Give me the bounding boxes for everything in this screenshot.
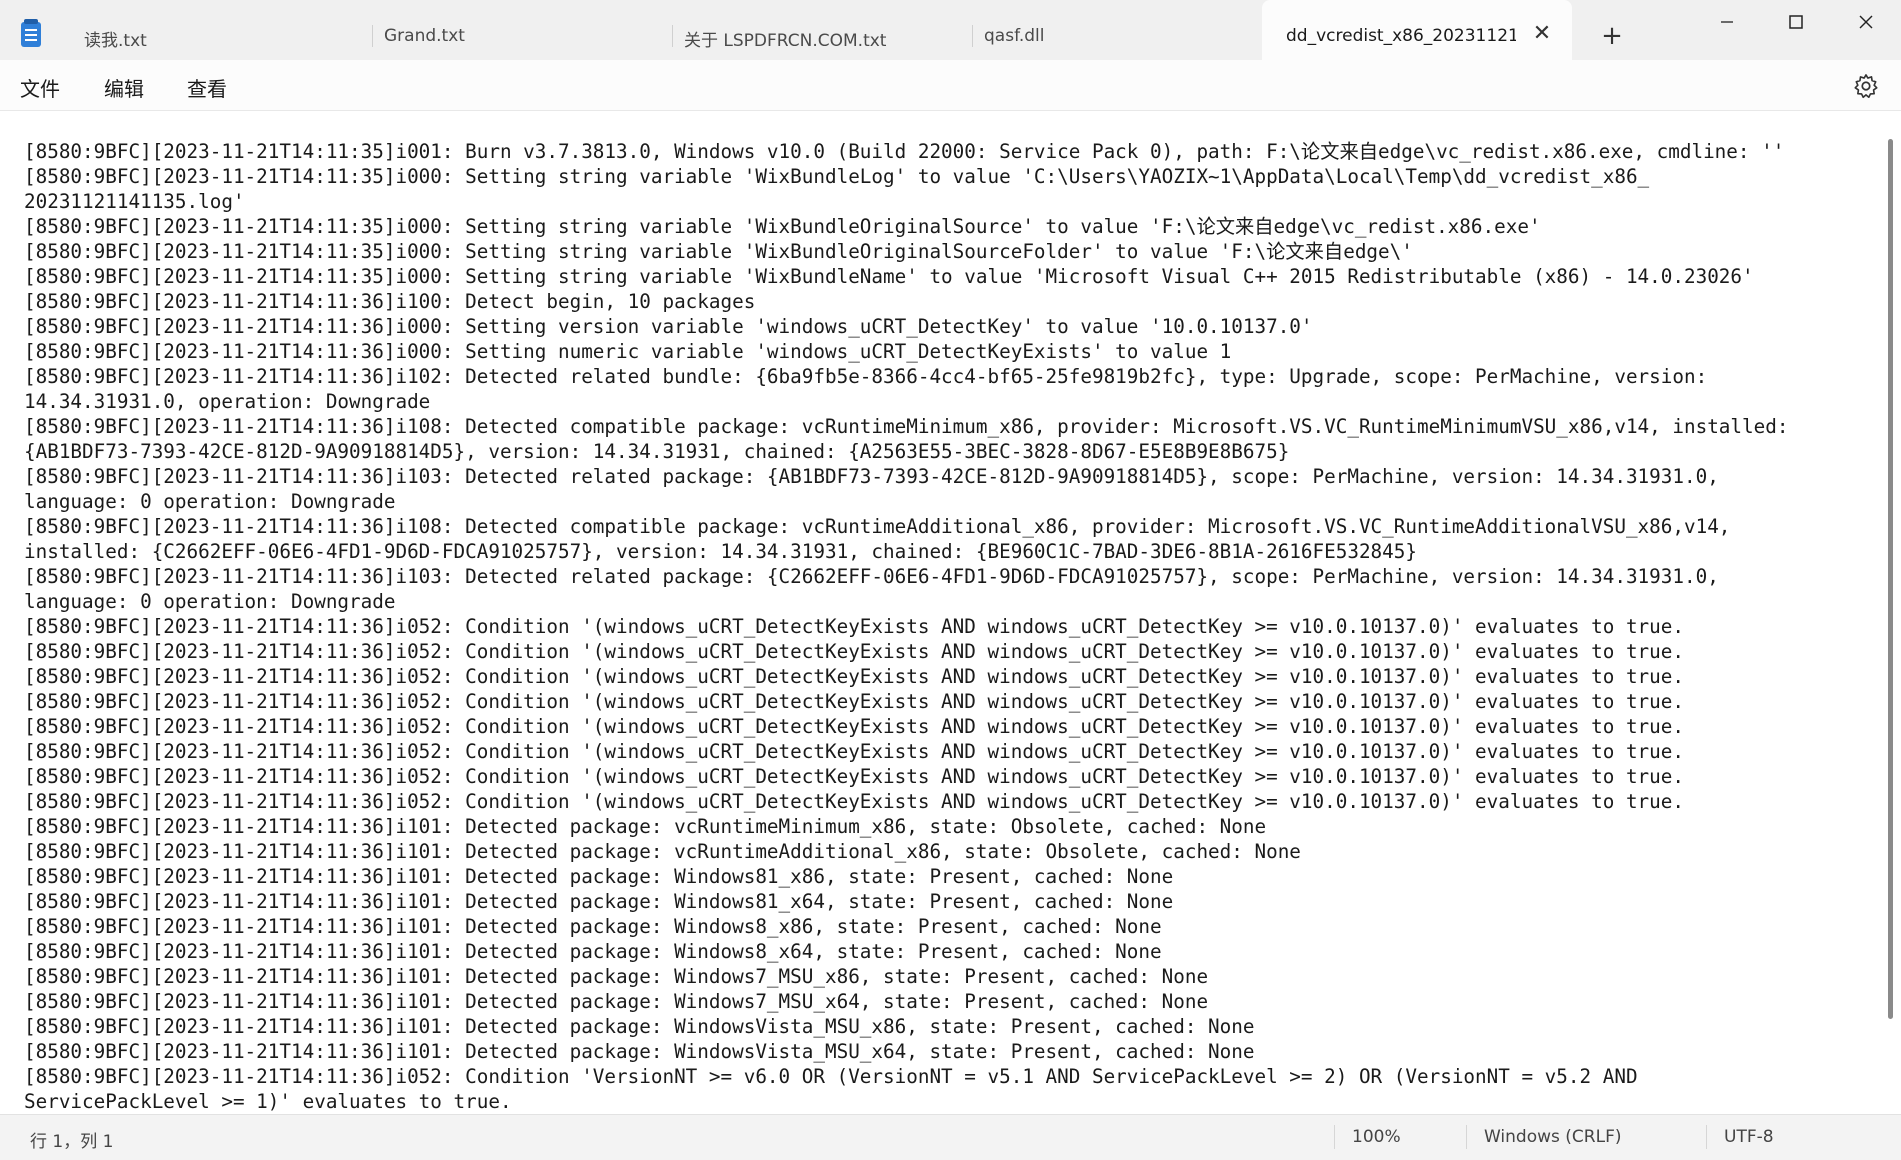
document-text[interactable]: [8580:9BFC][2023-11-21T14:11:35]i001: Bu… [24, 139, 1874, 1114]
status-bar: 行 1，列 1 100% Windows (CRLF) UTF-8 [0, 1114, 1901, 1160]
text-line: language: 0 operation: Downgrade [24, 490, 396, 513]
text-line: [8580:9BFC][2023-11-21T14:11:36]i103: De… [24, 565, 1719, 588]
title-bar: 读我.txt Grand.txt 关于 LSPDFRCN.COM.txt qas… [0, 0, 1901, 60]
cursor-position[interactable]: 行 1，列 1 [30, 1127, 113, 1152]
text-line: 14.34.31931.0, operation: Downgrade [24, 390, 431, 413]
encoding[interactable]: UTF-8 [1724, 1127, 1774, 1147]
tab-close-icon[interactable]: ✕ [1530, 22, 1554, 46]
gear-icon [1854, 74, 1878, 99]
tab-vcredist-log[interactable]: dd_vcredist_x86_20231121141135.log [1262, 0, 1572, 60]
tab-label: 读我.txt [84, 31, 147, 51]
tab-about-lspdfrcn[interactable]: 关于 LSPDFRCN.COM.txt [660, 0, 972, 60]
text-line: [8580:9BFC][2023-11-21T14:11:36]i101: De… [24, 965, 1209, 988]
line-ending[interactable]: Windows (CRLF) [1484, 1127, 1622, 1147]
menu-edit[interactable]: 编辑 [104, 73, 144, 102]
text-line: [8580:9BFC][2023-11-21T14:11:36]i101: De… [24, 840, 1301, 863]
text-editor[interactable]: [8580:9BFC][2023-11-21T14:11:35]i001: Bu… [0, 110, 1901, 1114]
text-line: [8580:9BFC][2023-11-21T14:11:36]i101: De… [24, 915, 1162, 938]
tab-readme[interactable]: 读我.txt [60, 0, 372, 60]
text-line: [8580:9BFC][2023-11-21T14:11:36]i101: De… [24, 940, 1162, 963]
status-divider [1334, 1125, 1335, 1149]
text-line: [8580:9BFC][2023-11-21T14:11:36]i101: De… [24, 815, 1267, 838]
new-tab-button[interactable]: + [1598, 22, 1626, 50]
close-button[interactable] [1831, 0, 1901, 44]
tab-grand[interactable]: Grand.txt [360, 0, 672, 60]
minimize-button[interactable] [1692, 0, 1762, 44]
text-line: 20231121141135.log' [24, 190, 245, 213]
text-line: [8580:9BFC][2023-11-21T14:11:36]i052: Co… [24, 740, 1684, 763]
text-line: [8580:9BFC][2023-11-21T14:11:36]i052: Co… [24, 765, 1684, 788]
maximize-button[interactable] [1761, 0, 1831, 44]
text-line: [8580:9BFC][2023-11-21T14:11:36]i052: Co… [24, 640, 1684, 663]
menu-view[interactable]: 查看 [187, 73, 227, 102]
text-line: [8580:9BFC][2023-11-21T14:11:36]i052: Co… [24, 715, 1684, 738]
status-divider [1706, 1125, 1707, 1149]
text-line: [8580:9BFC][2023-11-21T14:11:36]i108: De… [24, 415, 1789, 438]
tab-qasf-dll[interactable]: qasf.dll [960, 0, 1272, 60]
text-line: [8580:9BFC][2023-11-21T14:11:35]i000: Se… [24, 215, 1541, 238]
text-line: language: 0 operation: Downgrade [24, 590, 396, 613]
minimize-icon [1721, 21, 1733, 23]
vertical-scrollbar[interactable] [1888, 139, 1893, 1019]
tab-label: dd_vcredist_x86_20231121141135.log [1286, 26, 1516, 46]
text-line: [8580:9BFC][2023-11-21T14:11:36]i103: De… [24, 465, 1719, 488]
text-line: [8580:9BFC][2023-11-21T14:11:36]i101: De… [24, 1040, 1255, 1063]
text-line: {AB1BDF73-7393-42CE-812D-9A90918814D5}, … [24, 440, 1290, 463]
text-line: [8580:9BFC][2023-11-21T14:11:35]i001: Bu… [24, 140, 1785, 163]
text-line: [8580:9BFC][2023-11-21T14:11:36]i108: De… [24, 515, 1731, 538]
text-line: installed: {C2662EFF-06E6-4FD1-9D6D-FDCA… [24, 540, 1417, 563]
tab-label: Grand.txt [384, 26, 465, 46]
text-line: [8580:9BFC][2023-11-21T14:11:36]i100: De… [24, 290, 756, 313]
text-line: [8580:9BFC][2023-11-21T14:11:36]i052: Co… [24, 690, 1684, 713]
text-line: [8580:9BFC][2023-11-21T14:11:36]i000: Se… [24, 340, 1232, 363]
text-line: [8580:9BFC][2023-11-21T14:11:35]i000: Se… [24, 240, 1413, 263]
maximize-icon [1789, 15, 1803, 29]
text-line: [8580:9BFC][2023-11-21T14:11:36]i102: De… [24, 365, 1708, 388]
text-line: [8580:9BFC][2023-11-21T14:11:36]i052: Co… [24, 790, 1684, 813]
text-line: [8580:9BFC][2023-11-21T14:11:35]i000: Se… [24, 165, 1650, 188]
settings-button[interactable] [1852, 72, 1880, 100]
text-line: [8580:9BFC][2023-11-21T14:11:36]i000: Se… [24, 315, 1313, 338]
text-line: [8580:9BFC][2023-11-21T14:11:36]i052: Co… [24, 1065, 1638, 1088]
menu-bar: 文件 编辑 查看 [0, 60, 1901, 110]
text-line: [8580:9BFC][2023-11-21T14:11:36]i052: Co… [24, 615, 1684, 638]
text-line: [8580:9BFC][2023-11-21T14:11:36]i101: De… [24, 1015, 1255, 1038]
menu-file[interactable]: 文件 [20, 73, 60, 102]
text-line: [8580:9BFC][2023-11-21T14:11:35]i000: Se… [24, 265, 1754, 288]
zoom-level[interactable]: 100% [1352, 1127, 1401, 1147]
text-line: [8580:9BFC][2023-11-21T14:11:36]i101: De… [24, 890, 1174, 913]
text-line: [8580:9BFC][2023-11-21T14:11:36]i101: De… [24, 865, 1174, 888]
status-divider [1466, 1125, 1467, 1149]
close-icon [1859, 15, 1873, 29]
text-line: [8580:9BFC][2023-11-21T14:11:36]i101: De… [24, 990, 1209, 1013]
text-line: [8580:9BFC][2023-11-21T14:11:36]i052: Co… [24, 665, 1684, 688]
tab-label: qasf.dll [984, 26, 1045, 46]
notepad-icon [21, 19, 41, 47]
tab-label: 关于 LSPDFRCN.COM.txt [684, 31, 887, 51]
text-line: ServicePackLevel >= 1)' evaluates to tru… [24, 1090, 512, 1113]
